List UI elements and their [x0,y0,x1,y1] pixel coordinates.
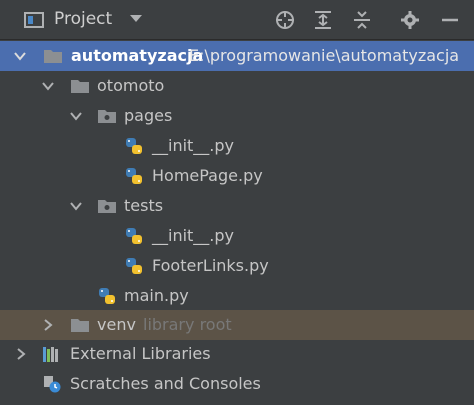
library-icon [43,347,58,362]
project-toolbar: Project [0,0,474,40]
chevron-down-icon[interactable] [70,110,82,122]
tree-item-tests-init[interactable]: __init__.py [0,221,474,251]
chevron-down-icon[interactable] [70,200,82,212]
tree-item-label: FooterLinks.py [152,256,269,275]
tree-item-label: External Libraries [70,344,211,363]
tree-item-label: otomoto [97,76,165,95]
locate-icon[interactable] [275,10,295,30]
folder-icon [71,80,89,93]
package-folder-icon [98,110,116,123]
tree-item-pages-init[interactable]: __init__.py [0,131,474,161]
python-file-icon [99,288,115,304]
tree-item-label: __init__.py [152,226,235,245]
project-view-icon[interactable] [24,12,44,28]
minimize-icon[interactable] [440,10,460,30]
collapse-all-icon[interactable] [352,10,372,30]
expand-all-icon[interactable] [313,10,333,30]
chevron-down-icon[interactable] [14,50,26,62]
tree-item-external-libraries[interactable]: External Libraries [0,339,474,369]
python-file-icon [126,228,142,244]
chevron-right-icon[interactable] [42,319,54,331]
tree-item-homepage[interactable]: HomePage.py [0,161,474,191]
folder-icon [44,50,62,63]
tree-item-label: Scratches and Consoles [70,374,261,393]
folder-icon [71,319,89,332]
tree-item-automatyzacja[interactable]: automatyzacja E:\programowanie\automatyz… [0,41,474,71]
python-file-icon [126,168,142,184]
tree-item-label: pages [124,106,173,125]
tree-item-venv[interactable]: venv library root [0,310,474,340]
gear-icon[interactable] [400,10,420,30]
tree-item-label: main.py [124,286,189,305]
tree-item-label: automatyzacja [71,46,204,65]
scratches-icon [44,376,61,393]
python-file-icon [126,258,142,274]
library-root-hint: library root [143,315,232,334]
tree-item-path: E:\programowanie\automatyzacja [189,46,460,65]
project-title[interactable]: Project [54,9,112,29]
tree-item-label: tests [124,196,164,215]
tree-item-pages[interactable]: pages [0,101,474,131]
tree-item-tests[interactable]: tests [0,191,474,221]
tree-item-label: __init__.py [152,136,235,155]
tree-item-label: venv [97,315,136,334]
tree-item-scratches[interactable]: Scratches and Consoles [0,369,474,399]
python-file-icon [126,138,142,154]
tree-item-footerlinks[interactable]: FooterLinks.py [0,251,474,281]
tree-item-label: HomePage.py [152,166,263,185]
tree-item-otomoto[interactable]: otomoto [0,71,474,101]
package-folder-icon [98,200,116,213]
chevron-right-icon[interactable] [15,348,27,360]
chevron-down-icon[interactable] [42,80,54,92]
tree-item-main[interactable]: main.py [0,281,474,311]
dropdown-icon[interactable] [130,15,142,23]
project-tree: automatyzacja E:\programowanie\automatyz… [0,41,474,405]
